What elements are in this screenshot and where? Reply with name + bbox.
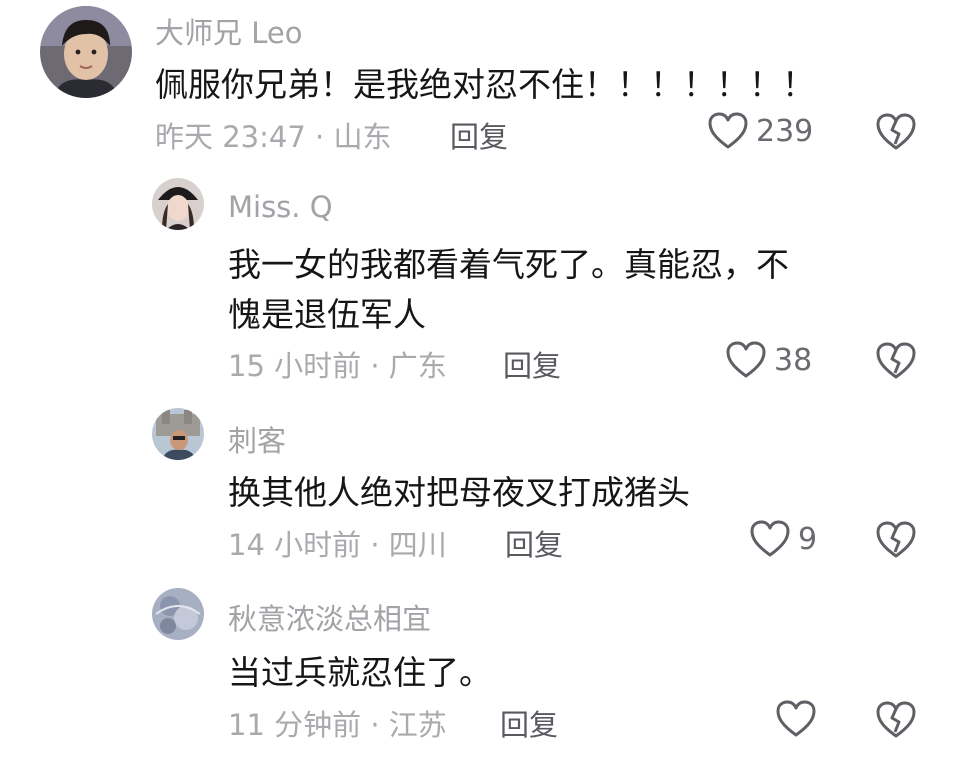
- heart-outline-icon: [750, 520, 790, 558]
- comment-text-line: 愧是退伍军人: [228, 295, 426, 334]
- comment-item: 秋意浓淡总相宜 当过兵就忍住了。 11 分钟前 · 江苏 回复: [0, 580, 960, 761]
- comment-text-line: 我一女的我都看着气死了。真能忍，不: [228, 245, 789, 284]
- user-avatar-image: [152, 408, 204, 460]
- like-button[interactable]: [776, 700, 824, 738]
- comment-username[interactable]: 刺客: [228, 418, 286, 460]
- avatar[interactable]: [152, 178, 204, 230]
- dislike-button[interactable]: [876, 342, 916, 380]
- like-count: 239: [756, 113, 814, 149]
- comment-text: 佩服你兄弟！是我绝对忍不住！！！！！！！: [155, 65, 815, 104]
- comment-text: 当过兵就忍住了。: [228, 653, 492, 692]
- avatar[interactable]: [152, 588, 204, 640]
- heart-outline-icon: [726, 341, 766, 379]
- comment-meta: 昨天 23:47 · 山东: [155, 120, 392, 154]
- heart-outline-icon: [776, 700, 816, 738]
- comment-item: 刺客 换其他人绝对把母夜叉打成猪头 14 小时前 · 四川 回复 9: [0, 400, 960, 570]
- broken-heart-icon: [876, 701, 916, 739]
- broken-heart-icon: [876, 342, 916, 380]
- like-count: 38: [774, 342, 813, 378]
- broken-heart-icon: [876, 521, 916, 559]
- comment-item: 大师兄 Leo 佩服你兄弟！是我绝对忍不住！！！！！！！ 昨天 23:47 · …: [0, 0, 960, 160]
- user-avatar-image: [152, 588, 204, 640]
- broken-heart-icon: [876, 113, 916, 151]
- reply-button[interactable]: 回复: [450, 114, 508, 156]
- comment-username[interactable]: Miss. Q: [228, 190, 333, 224]
- user-avatar-image: [152, 178, 204, 230]
- comment-item: Miss. Q 我一女的我都看着气死了。真能忍，不 愧是退伍军人 15 小时前 …: [0, 170, 960, 390]
- comment-meta: 11 分钟前 · 江苏: [228, 708, 447, 742]
- like-button[interactable]: 239: [708, 112, 813, 150]
- like-count: 9: [798, 521, 818, 557]
- like-button[interactable]: 38: [726, 341, 812, 379]
- dislike-button[interactable]: [876, 113, 916, 151]
- avatar[interactable]: [40, 6, 132, 98]
- dislike-button[interactable]: [876, 701, 916, 739]
- comment-username[interactable]: 秋意浓淡总相宜: [228, 596, 431, 638]
- reply-button[interactable]: 回复: [500, 702, 558, 744]
- comment-text: 换其他人绝对把母夜叉打成猪头: [228, 473, 690, 512]
- reply-button[interactable]: 回复: [503, 343, 561, 385]
- avatar[interactable]: [152, 408, 204, 460]
- reply-button[interactable]: 回复: [505, 522, 563, 564]
- heart-outline-icon: [708, 112, 748, 150]
- comment-meta: 15 小时前 · 广东: [228, 349, 447, 383]
- user-avatar-image: [40, 6, 132, 98]
- dislike-button[interactable]: [876, 521, 916, 559]
- comment-username[interactable]: 大师兄 Leo: [155, 10, 302, 52]
- comment-meta: 14 小时前 · 四川: [228, 528, 447, 562]
- like-button[interactable]: 9: [750, 520, 817, 558]
